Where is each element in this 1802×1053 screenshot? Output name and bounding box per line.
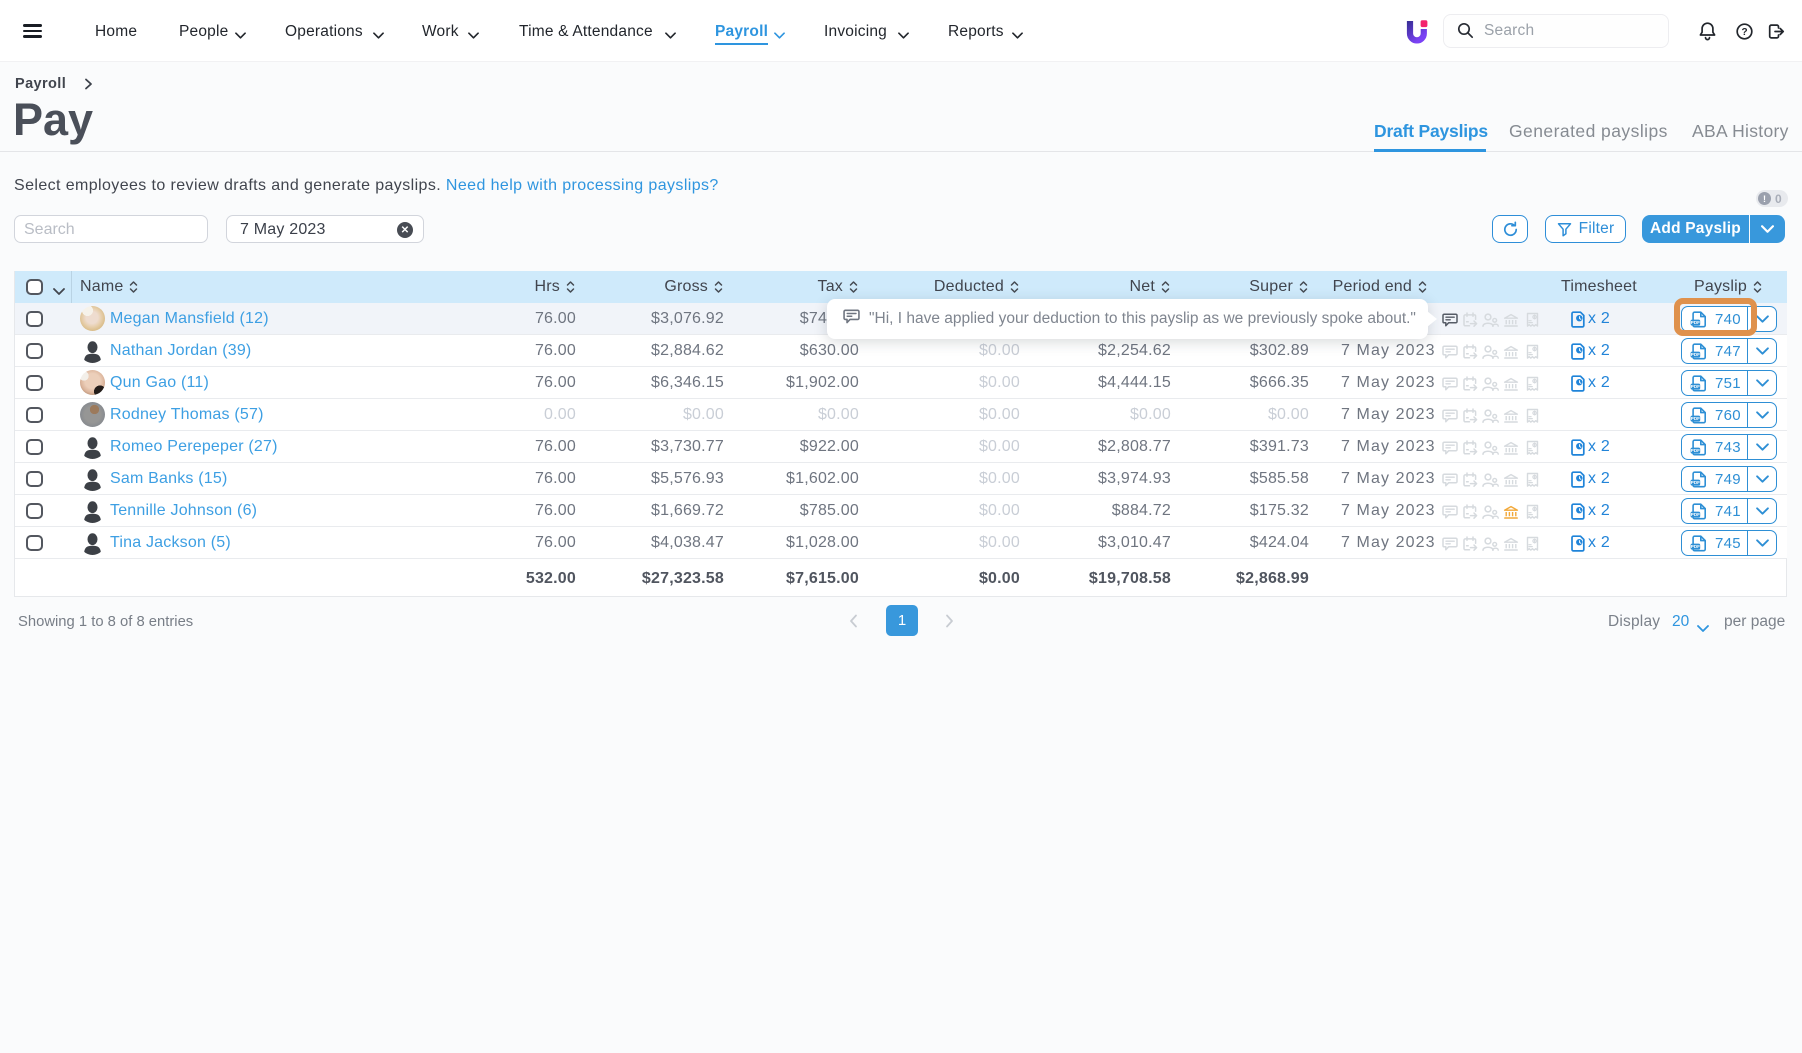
svg-text:?: ? <box>1741 27 1747 38</box>
svg-text:PDF: PDF <box>1691 384 1700 389</box>
svg-text:PDF: PDF <box>1691 352 1700 357</box>
svg-text:PDF: PDF <box>1691 544 1700 549</box>
svg-text:PDF: PDF <box>1691 448 1700 453</box>
svg-text:PDF: PDF <box>1691 480 1700 485</box>
svg-text:PDF: PDF <box>1691 416 1700 421</box>
svg-text:PDF: PDF <box>1691 512 1700 517</box>
